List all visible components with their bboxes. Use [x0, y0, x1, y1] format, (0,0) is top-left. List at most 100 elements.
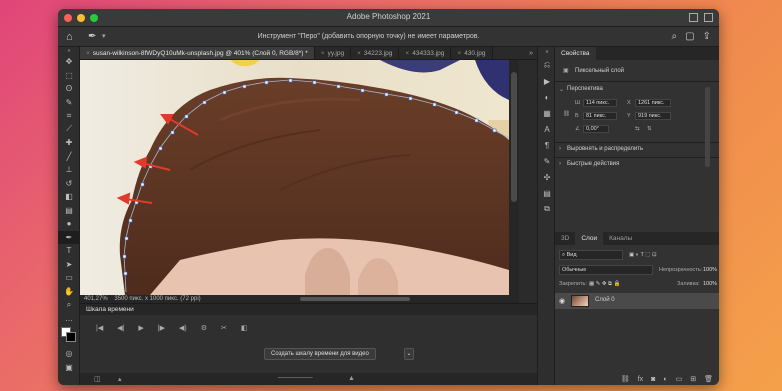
tab-layers[interactable]: Слои: [575, 232, 604, 245]
share-icon[interactable]: ⇪: [703, 31, 711, 42]
color-swatches[interactable]: [58, 325, 79, 347]
adjustment-layer-icon[interactable]: ◐: [663, 376, 667, 383]
brush-settings-icon[interactable]: ✎: [538, 153, 556, 169]
timeline-title[interactable]: Шкала времени: [80, 304, 537, 315]
lasso-tool-icon[interactable]: ʘ: [58, 82, 80, 96]
scroll-thumb[interactable]: [511, 72, 517, 202]
move-tool-icon[interactable]: ✥: [58, 55, 80, 69]
transition-icon[interactable]: ◧: [241, 324, 248, 332]
pen-tool-icon[interactable]: ✒: [58, 230, 80, 244]
width-field[interactable]: 114 пикс.: [583, 99, 617, 107]
prev-frame-icon[interactable]: ◀|: [117, 324, 124, 332]
chevron-right-icon[interactable]: ›: [559, 161, 561, 167]
background-color[interactable]: [66, 332, 76, 342]
gradient-tool-icon[interactable]: ▤: [58, 204, 80, 218]
chevron-down-icon[interactable]: ⌄: [404, 348, 414, 360]
doc-tab[interactable]: × 430.jpg: [451, 47, 493, 59]
swatches-icon[interactable]: ▦: [538, 105, 556, 121]
close-tab-icon[interactable]: ×: [457, 50, 461, 57]
quick-actions-title[interactable]: Быстрые действия: [567, 161, 619, 167]
opacity-value[interactable]: 100%: [703, 267, 717, 273]
eye-icon[interactable]: ◉: [559, 297, 565, 305]
split-icon[interactable]: ✂: [221, 324, 227, 332]
quick-select-tool-icon[interactable]: ✎: [58, 96, 80, 110]
clone-stamp-tool-icon[interactable]: ⊥: [58, 163, 80, 177]
eyedropper-tool-icon[interactable]: ⟋: [58, 123, 80, 137]
more-tabs-button[interactable]: »: [525, 47, 537, 59]
collapse-icon[interactable]: »: [58, 47, 80, 55]
screen-mode-icon[interactable]: [704, 13, 713, 22]
history-icon[interactable]: ⎌: [538, 57, 556, 73]
screen-mode-icon[interactable]: ▣: [58, 361, 80, 375]
type-tool-icon[interactable]: T: [58, 244, 80, 258]
play-panel-icon[interactable]: ▶: [538, 73, 556, 89]
doc-tab[interactable]: × yy.jpg: [314, 47, 352, 59]
brush-tool-icon[interactable]: ╱: [58, 150, 80, 164]
new-layer-icon[interactable]: ⊞: [690, 375, 696, 383]
flip-vertical-icon[interactable]: ⇅: [647, 126, 652, 132]
color-icon[interactable]: ◐: [538, 89, 556, 105]
dodge-tool-icon[interactable]: ●: [58, 217, 80, 231]
paragraph-icon[interactable]: ¶: [538, 137, 556, 153]
crop-tool-icon[interactable]: ⌗: [58, 109, 80, 123]
libraries-icon[interactable]: ▤: [538, 185, 556, 201]
path-select-tool-icon[interactable]: ➤: [58, 258, 80, 272]
chevron-right-icon[interactable]: ›: [559, 146, 561, 152]
quick-mask-icon[interactable]: ◎: [58, 347, 80, 361]
filter-icons[interactable]: ▣ ◐ T ⬚ ⊡: [629, 252, 657, 258]
character-icon[interactable]: A: [538, 121, 556, 137]
zoom-level[interactable]: 401,27%: [84, 296, 108, 302]
mask-icon[interactable]: ◙: [651, 376, 655, 383]
image-canvas[interactable]: [80, 60, 509, 295]
healing-brush-tool-icon[interactable]: ✚: [58, 136, 80, 150]
zoom-out-icon[interactable]: ▴: [118, 375, 122, 383]
workspace-switcher-icon[interactable]: ▢: [685, 31, 694, 42]
adjustments-icon[interactable]: ✣: [538, 169, 556, 185]
workspace-icon[interactable]: [689, 13, 698, 22]
shape-tool-icon[interactable]: ▭: [58, 271, 80, 285]
search-icon[interactable]: ⌕: [672, 31, 678, 42]
close-tab-icon[interactable]: ×: [321, 50, 325, 57]
first-frame-icon[interactable]: |◀: [96, 324, 103, 332]
history-brush-tool-icon[interactable]: ↺: [58, 177, 80, 191]
tab-channels[interactable]: Каналы: [603, 232, 638, 245]
layer-name[interactable]: Слой 0: [595, 297, 615, 303]
y-field[interactable]: 919 пикс.: [635, 112, 671, 120]
next-frame-icon[interactable]: |▶: [158, 324, 165, 332]
close-tab-icon[interactable]: ×: [357, 50, 361, 57]
lock-icons[interactable]: ▦ ✎ ✥ ⧉ 🔒: [589, 281, 620, 288]
group-icon[interactable]: ▭: [676, 375, 683, 383]
zoom-tool-icon[interactable]: ⌕: [58, 298, 80, 312]
horizontal-scroll-thumb[interactable]: [300, 297, 410, 301]
tab-properties[interactable]: Свойства: [555, 47, 596, 60]
paths-icon[interactable]: ⧉: [538, 201, 556, 217]
create-video-timeline-button[interactable]: Создать шкалу времени для видео: [264, 348, 376, 360]
doc-tab[interactable]: × 434333.jpg: [399, 47, 452, 59]
link-icon[interactable]: ⛓: [563, 111, 570, 117]
layer-filter-select[interactable]: ⌕ Вид: [559, 250, 623, 260]
x-field[interactable]: 1261 пикс.: [635, 99, 671, 107]
more-tools-icon[interactable]: …: [58, 312, 80, 326]
audio-icon[interactable]: ◀): [179, 324, 187, 332]
collapse-icon[interactable]: «: [538, 47, 556, 57]
properties-scrollbar[interactable]: [705, 87, 710, 167]
marquee-tool-icon[interactable]: ⬚: [58, 69, 80, 83]
hand-tool-icon[interactable]: ✋: [58, 285, 80, 299]
tab-3d[interactable]: 3D: [555, 232, 575, 245]
play-icon[interactable]: ▶: [138, 324, 143, 332]
doc-tab[interactable]: × 34223.jpg: [351, 47, 400, 59]
flip-horizontal-icon[interactable]: ⇆: [635, 126, 640, 132]
chevron-down-icon[interactable]: ⌄: [559, 86, 564, 93]
transform-section-title[interactable]: Перспектива: [567, 86, 603, 92]
trash-icon[interactable]: 🗑: [704, 375, 713, 383]
zoom-in-icon[interactable]: ▲: [348, 375, 355, 382]
vertical-scrollbar[interactable]: [509, 60, 519, 295]
height-field[interactable]: 81 пикс.: [583, 112, 617, 120]
close-tab-icon[interactable]: ×: [405, 50, 409, 57]
fill-value[interactable]: 100%: [703, 281, 717, 287]
zoom-slider[interactable]: ───────: [278, 375, 313, 382]
settings-icon[interactable]: ⚙: [201, 324, 207, 332]
close-tab-icon[interactable]: ×: [86, 50, 90, 57]
convert-icon[interactable]: ◫: [94, 375, 101, 383]
layer-row[interactable]: ◉ Слой 0: [555, 293, 719, 309]
